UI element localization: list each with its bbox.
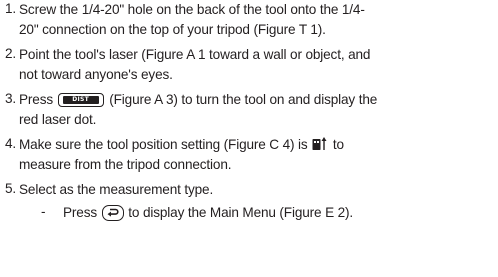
back-arrow-button-icon	[101, 205, 124, 221]
step-text: Select as the measurement type.	[19, 182, 214, 197]
dist-button-icon: DIST	[57, 93, 104, 107]
tripod-position-icon	[312, 137, 327, 150]
substep-text-before: Press	[63, 205, 97, 220]
step-text-after: to	[332, 137, 344, 152]
step-text: measure from the tripod connection.	[19, 157, 232, 172]
step-number: 5.	[4, 181, 16, 196]
step-text: red laser dot.	[19, 112, 97, 127]
step-number: 2.	[4, 46, 16, 61]
step-text: Press DIST (Figure A 3) to turn the tool…	[19, 91, 377, 108]
step-text: Make sure the tool position setting (Fig…	[19, 136, 344, 153]
step-text-before: Press	[19, 92, 53, 107]
step-number: 1.	[4, 1, 16, 16]
step-text: Point the tool's laser (Figure A 1 towar…	[19, 47, 371, 62]
step-number: 4.	[4, 136, 16, 151]
step-text: Screw the 1/4-20" hole on the back of th…	[19, 2, 365, 17]
step-text: 20" connection on the top of your tripod…	[19, 22, 326, 37]
step-number: 3.	[4, 91, 16, 106]
step-text: not toward anyone's eyes.	[19, 67, 173, 82]
substep-text-after: to display the Main Menu (Figure E 2).	[128, 205, 354, 220]
step-text-before: Make sure the tool position setting (Fig…	[19, 137, 308, 152]
substep-text: Press to display the Main Menu (Figure E…	[63, 204, 353, 221]
bullet-dash: -	[41, 204, 46, 219]
dist-button-label: DIST	[62, 96, 99, 104]
step-text-after: (Figure A 3) to turn the tool on and dis…	[109, 92, 378, 107]
